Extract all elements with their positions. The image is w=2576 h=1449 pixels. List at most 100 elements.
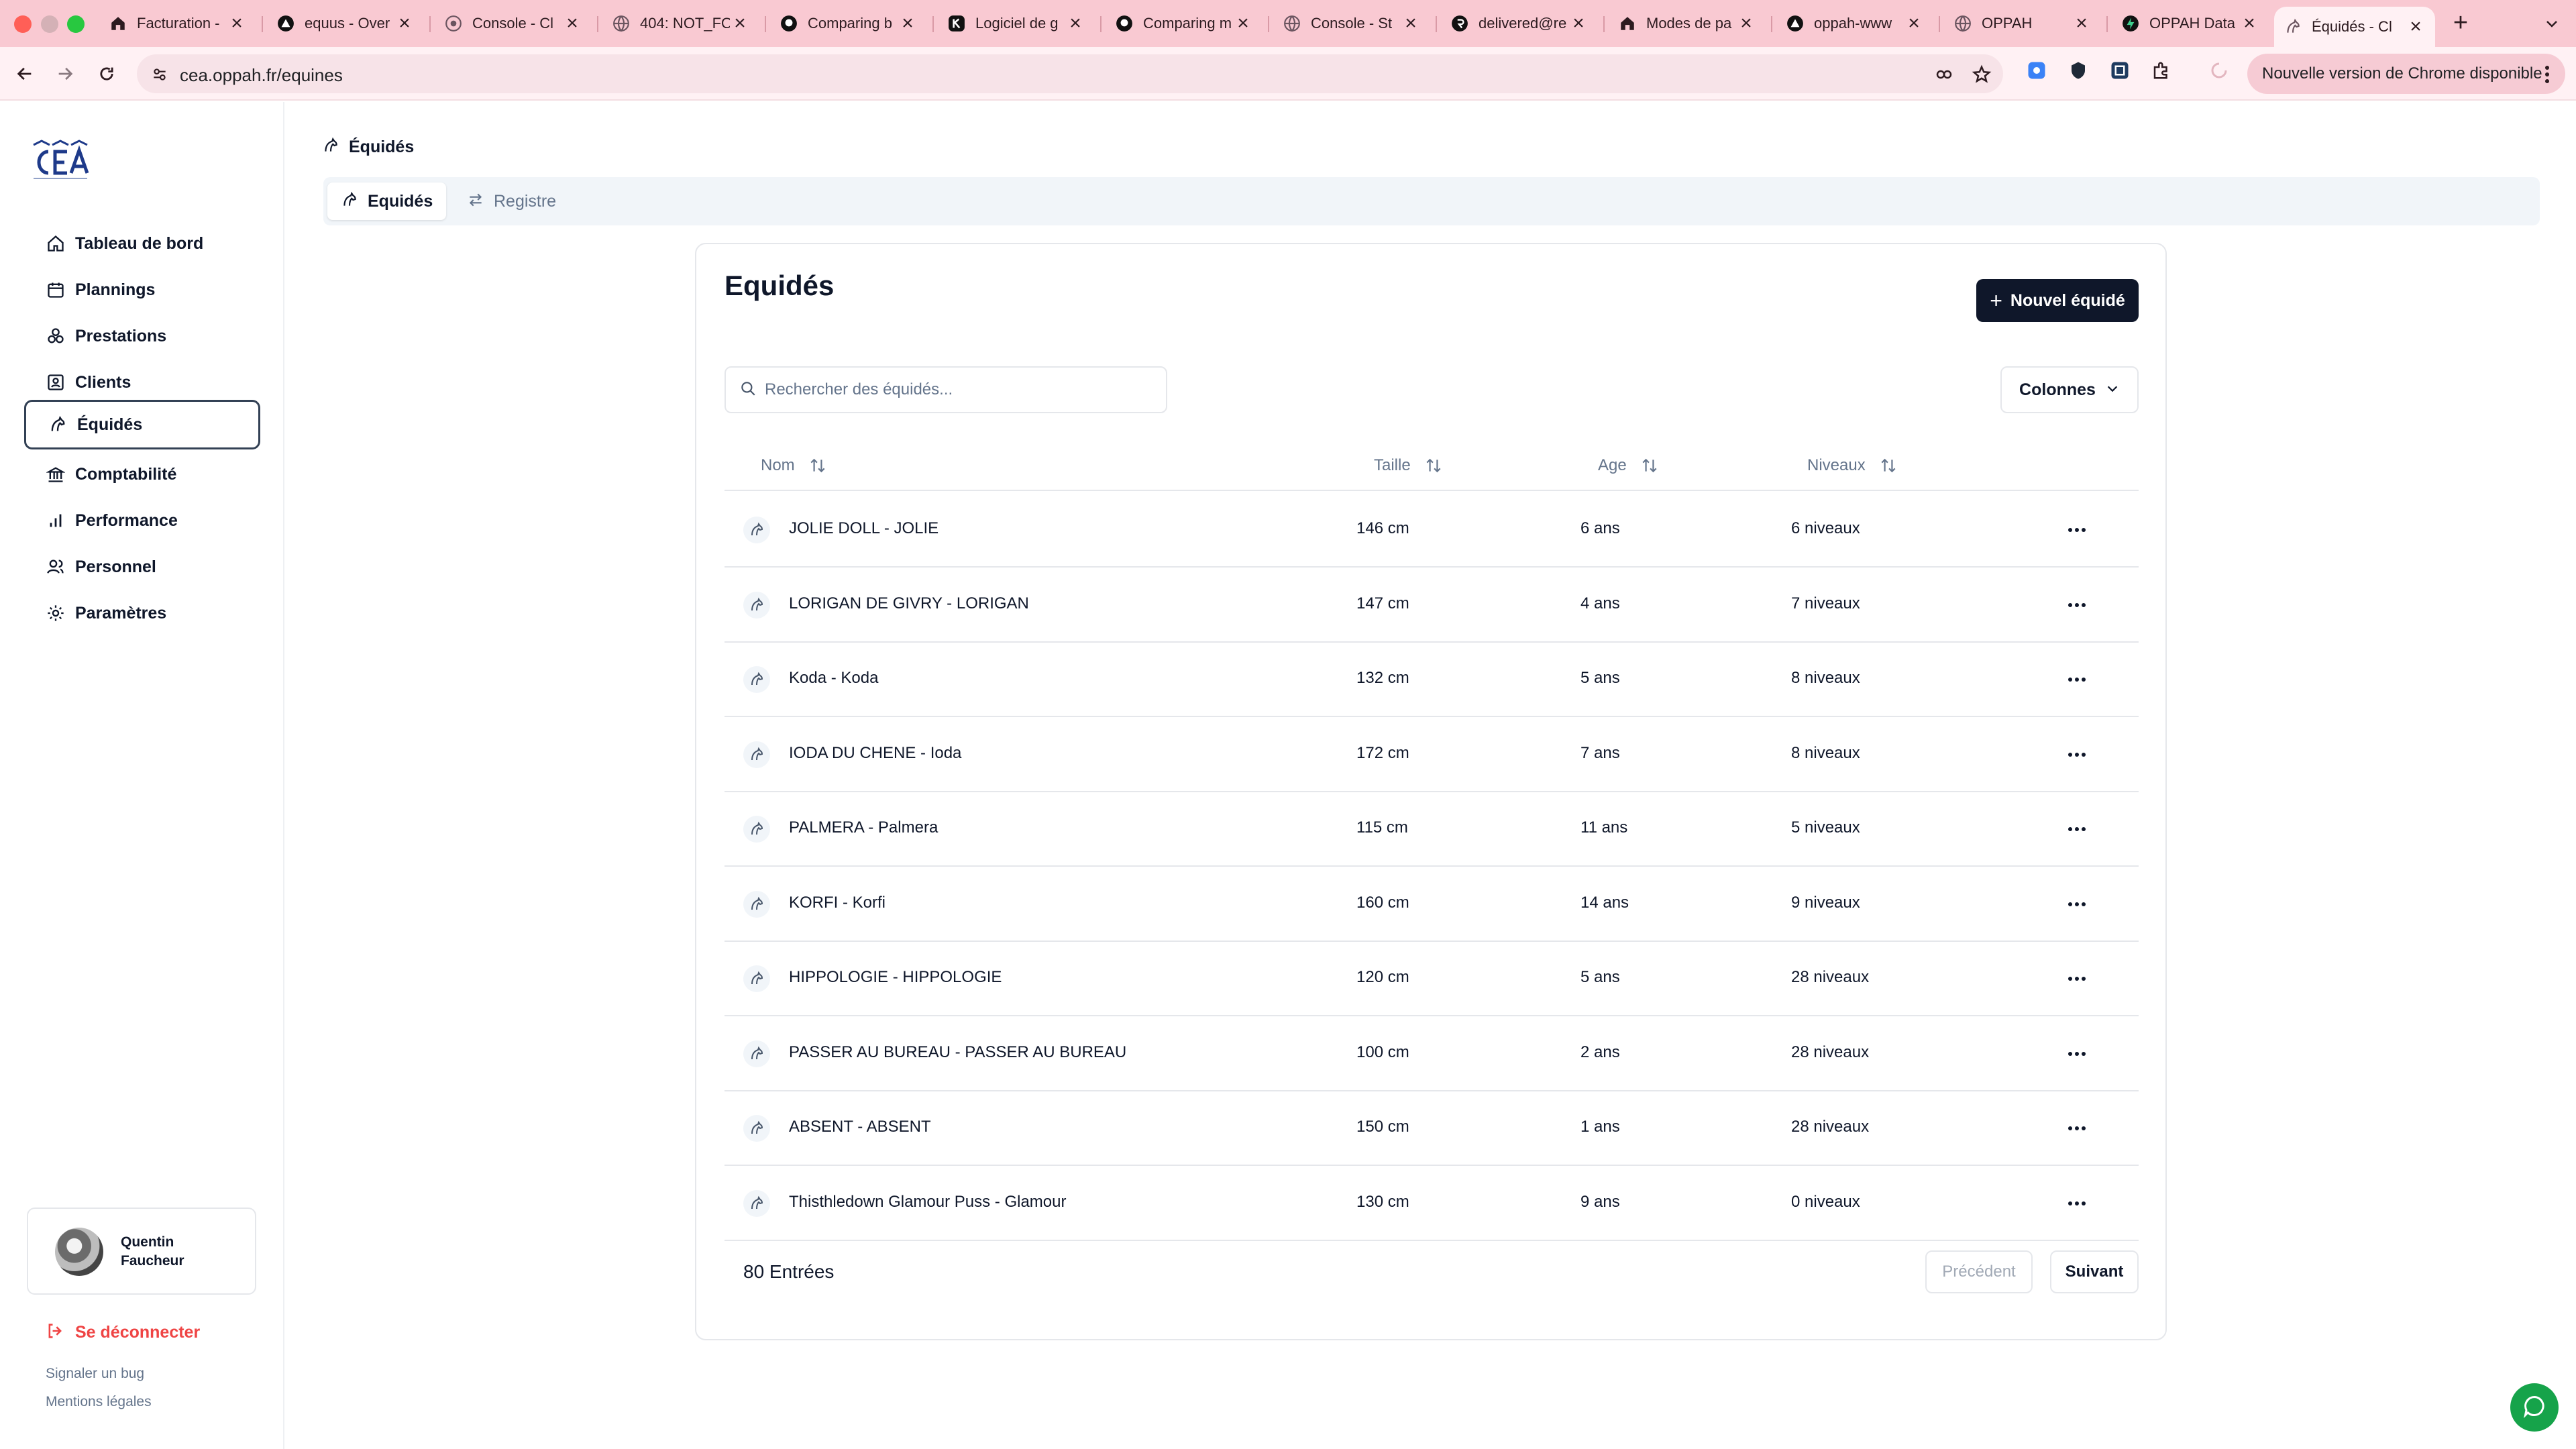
sidebar-item-comptabilite[interactable]: Comptabilité bbox=[24, 449, 260, 499]
column-header-age[interactable]: Age bbox=[1598, 456, 1659, 475]
browser-tab[interactable]: equus - Over × bbox=[267, 8, 424, 39]
report-bug-link[interactable]: Signaler un bug bbox=[46, 1366, 144, 1382]
row-actions-icon[interactable] bbox=[2063, 1040, 2090, 1067]
table-row[interactable]: PASSER AU BUREAU - PASSER AU BUREAU 100 c… bbox=[724, 1016, 2139, 1091]
browser-tab[interactable]: Modes de pa × bbox=[1609, 8, 1766, 39]
previous-page-button[interactable]: Précédent bbox=[1925, 1250, 2033, 1293]
plus-icon: + bbox=[1990, 288, 2002, 313]
address-bar[interactable]: cea.oppah.fr/equines bbox=[137, 54, 2003, 93]
close-tab-icon[interactable]: × bbox=[394, 13, 415, 34]
logout-button[interactable]: Se déconnecter bbox=[46, 1322, 200, 1344]
user-card[interactable]: Quentin Faucheur bbox=[27, 1208, 256, 1295]
close-tab-icon[interactable]: × bbox=[1401, 13, 1421, 34]
reload-icon[interactable] bbox=[93, 60, 121, 88]
horse-icon bbox=[341, 191, 358, 212]
next-page-button[interactable]: Suivant bbox=[2050, 1250, 2139, 1293]
browser-tab[interactable]: OPPAH Data × bbox=[2112, 8, 2269, 39]
search-input[interactable] bbox=[765, 380, 1140, 399]
extensions-puzzle-icon[interactable] bbox=[2151, 60, 2172, 81]
sort-arrows-icon[interactable] bbox=[1424, 456, 1443, 475]
extension-grid-icon[interactable] bbox=[2109, 60, 2131, 81]
minimize-window-button[interactable] bbox=[41, 15, 58, 33]
sidebar-item-prestations[interactable]: Prestations bbox=[24, 311, 260, 361]
column-header-taille[interactable]: Taille bbox=[1374, 456, 1443, 475]
extension-shield-icon[interactable] bbox=[2068, 60, 2089, 81]
browser-tab[interactable]: oppah-www × bbox=[1776, 8, 1933, 39]
sidebar-item-tableau-de-bord[interactable]: Tableau de bord bbox=[24, 219, 260, 268]
close-tab-icon[interactable]: × bbox=[227, 13, 247, 34]
browser-tab[interactable]: delivered@re × bbox=[1441, 8, 1598, 39]
close-tab-icon[interactable]: × bbox=[1568, 13, 1589, 34]
forward-arrow-icon[interactable] bbox=[51, 60, 79, 88]
browser-tab[interactable]: OPPAH × bbox=[1944, 8, 2101, 39]
browser-tab[interactable]: 404: NOT_FO × bbox=[602, 8, 759, 39]
table-row[interactable]: HIPPOLOGIE - HIPPOLOGIE 120 cm 5 ans 28 niv… bbox=[724, 941, 2139, 1016]
row-actions-icon[interactable] bbox=[2063, 965, 2090, 992]
close-window-button[interactable] bbox=[14, 15, 32, 33]
table-row[interactable]: LORIGAN DE GIVRY - LORIGAN 147 cm 4 ans 7 n… bbox=[724, 568, 2139, 643]
row-actions-icon[interactable] bbox=[2063, 517, 2090, 543]
kebab-menu-icon[interactable] bbox=[2544, 64, 2551, 88]
sort-arrows-icon[interactable] bbox=[1640, 456, 1659, 475]
tab-search-chevron-icon[interactable] bbox=[2540, 12, 2563, 35]
new-tab-button[interactable]: + bbox=[2447, 9, 2474, 37]
close-tab-icon[interactable]: × bbox=[730, 13, 750, 34]
table-row[interactable]: Koda - Koda 132 cm 5 ans 8 niveaux bbox=[724, 642, 2139, 717]
maximize-window-button[interactable] bbox=[67, 15, 85, 33]
site-info-icon[interactable] bbox=[149, 64, 170, 85]
table-row[interactable]: JOLIE DOLL - JOLIE 146 cm 6 ans 6 niveaux bbox=[724, 492, 2139, 568]
table-row[interactable]: IODA DU CHENE - Ioda 172 cm 7 ans 8 niveaux bbox=[724, 717, 2139, 792]
close-tab-icon[interactable]: × bbox=[2239, 13, 2259, 34]
close-tab-icon[interactable]: × bbox=[2072, 13, 2092, 34]
browser-tab[interactable]: Comparing m × bbox=[1106, 8, 1263, 39]
legal-notice-link[interactable]: Mentions légales bbox=[46, 1394, 152, 1410]
close-tab-icon[interactable]: × bbox=[1736, 13, 1756, 34]
browser-tab[interactable]: Console - Cl × bbox=[435, 8, 592, 39]
close-tab-icon[interactable]: × bbox=[562, 13, 582, 34]
table-row[interactable]: Thisthledown Glamour Puss - Glamour 130 c… bbox=[724, 1166, 2139, 1241]
row-actions-icon[interactable] bbox=[2063, 1190, 2090, 1217]
row-actions-icon[interactable] bbox=[2063, 1115, 2090, 1142]
new-equine-button[interactable]: + Nouvel équidé bbox=[1976, 279, 2139, 322]
column-header-nom[interactable]: Nom bbox=[761, 456, 827, 475]
row-actions-icon[interactable] bbox=[2063, 666, 2090, 693]
close-tab-icon[interactable]: × bbox=[898, 13, 918, 34]
browser-tab[interactable]: Console - St × bbox=[1273, 8, 1430, 39]
sidebar-item-label: Comptabilité bbox=[75, 464, 177, 484]
sidebar-item-performance[interactable]: Performance bbox=[24, 496, 260, 545]
extension-blue-icon[interactable] bbox=[2026, 60, 2047, 81]
sidebar-item-equides[interactable]: Équidés bbox=[24, 400, 260, 449]
password-key-icon[interactable] bbox=[1933, 64, 1955, 85]
table-row[interactable]: KORFI - Korfi 160 cm 14 ans 9 niveaux bbox=[724, 867, 2139, 942]
close-tab-icon[interactable]: × bbox=[1065, 13, 1085, 34]
tab-equides[interactable]: Equidés bbox=[327, 182, 447, 220]
sort-arrows-icon[interactable] bbox=[1879, 456, 1898, 475]
columns-button[interactable]: Colonnes bbox=[2000, 366, 2139, 413]
table-row[interactable]: PALMERA - Palmera 115 cm 11 ans 5 niveaux bbox=[724, 792, 2139, 867]
sidebar: Tableau de bord Plannings Prestations Cl… bbox=[0, 102, 284, 1449]
close-tab-icon[interactable]: × bbox=[1233, 13, 1253, 34]
row-actions-icon[interactable] bbox=[2063, 816, 2090, 843]
sidebar-item-personnel[interactable]: Personnel bbox=[24, 542, 260, 592]
column-header-niveaux[interactable]: Niveaux bbox=[1807, 456, 1898, 475]
search-field[interactable] bbox=[724, 366, 1167, 413]
sidebar-item-plannings[interactable]: Plannings bbox=[24, 265, 260, 315]
back-arrow-icon[interactable] bbox=[11, 60, 39, 88]
table-row[interactable]: ABSENT - ABSENT 150 cm 1 ans 28 niveaux bbox=[724, 1091, 2139, 1166]
bookmark-star-icon[interactable] bbox=[1971, 64, 1992, 85]
chat-button[interactable] bbox=[2510, 1383, 2559, 1432]
cea-logo[interactable] bbox=[28, 140, 93, 184]
sort-arrows-icon[interactable] bbox=[808, 456, 827, 475]
browser-tab[interactable]: Logiciel de g × bbox=[938, 8, 1095, 39]
row-actions-icon[interactable] bbox=[2063, 592, 2090, 619]
browser-tab[interactable]: Comparing b × bbox=[770, 8, 927, 39]
row-actions-icon[interactable] bbox=[2063, 741, 2090, 768]
browser-tab-active[interactable]: Équidés - Cl × bbox=[2274, 7, 2435, 47]
browser-tab[interactable]: Facturation - × bbox=[99, 8, 256, 39]
tab-registre[interactable]: Registre bbox=[453, 182, 570, 220]
close-tab-icon[interactable]: × bbox=[2406, 17, 2426, 37]
chrome-update-button[interactable]: Nouvelle version de Chrome disponible bbox=[2247, 54, 2565, 94]
row-actions-icon[interactable] bbox=[2063, 891, 2090, 918]
close-tab-icon[interactable]: × bbox=[1904, 13, 1924, 34]
sidebar-item-parametres[interactable]: Paramètres bbox=[24, 588, 260, 638]
